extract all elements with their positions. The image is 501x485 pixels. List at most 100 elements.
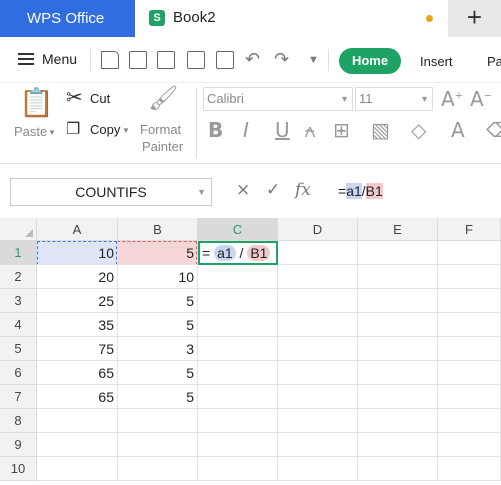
format-painter-icon[interactable]: 🖌 [148,84,178,112]
confirm-icon[interactable]: ✓ [266,180,280,200]
cell-c1-editor[interactable]: = a1 / B1 [198,241,278,265]
cell-e6[interactable] [358,361,438,385]
strikethrough-icon[interactable]: ⍲ [304,118,316,142]
select-all-corner[interactable] [0,218,37,241]
row-header-5[interactable]: 5 [0,337,37,361]
cell-a5[interactable]: 75 [37,337,118,361]
row-header-10[interactable]: 10 [0,457,37,481]
cell-a9[interactable] [37,433,118,457]
cell-e8[interactable] [358,409,438,433]
tab-home[interactable]: Home [339,48,401,74]
column-header-b[interactable]: B [118,218,198,241]
undo-icon[interactable]: ↶ [245,49,260,70]
wps-office-tab[interactable]: WPS Office [0,0,135,37]
paste-label[interactable]: Paste [14,124,47,139]
cell-b1[interactable]: 5 [118,241,198,265]
fx-icon[interactable]: fx [295,180,311,200]
cell-a4[interactable]: 35 [37,313,118,337]
cell-e10[interactable] [358,457,438,481]
cell-c2[interactable] [198,265,278,289]
row-header-9[interactable]: 9 [0,433,37,457]
cell-e3[interactable] [358,289,438,313]
cell-b5[interactable]: 3 [118,337,198,361]
cell-c4[interactable] [198,313,278,337]
font-size-select[interactable]: 11 ▼ [355,87,433,111]
cell-b9[interactable] [118,433,198,457]
cell-d6[interactable] [278,361,358,385]
cell-d2[interactable] [278,265,358,289]
cell-f2[interactable] [438,265,501,289]
column-header-c[interactable]: C [198,218,278,241]
cell-f7[interactable] [438,385,501,409]
cell-c3[interactable] [198,289,278,313]
cell-b8[interactable] [118,409,198,433]
row-header-4[interactable]: 4 [0,313,37,337]
copy-dropdown-icon[interactable]: ▼ [122,126,130,135]
cell-d3[interactable] [278,289,358,313]
copy-icon[interactable]: ❐ [66,119,80,138]
cell-d1[interactable] [278,241,358,265]
cell-e1[interactable] [358,241,438,265]
row-header-6[interactable]: 6 [0,361,37,385]
font-name-select[interactable]: Calibri ▼ [203,87,353,111]
redo-icon[interactable]: ↷ [274,49,289,70]
cell-c10[interactable] [198,457,278,481]
cell-a2[interactable]: 20 [37,265,118,289]
cell-b6[interactable]: 5 [118,361,198,385]
cell-f1[interactable] [438,241,501,265]
cell-e9[interactable] [358,433,438,457]
cell-d8[interactable] [278,409,358,433]
cut-icon[interactable]: ✂ [66,85,83,109]
cell-f5[interactable] [438,337,501,361]
fill-color-icon[interactable]: ◇ [411,118,426,142]
cell-b2[interactable]: 10 [118,265,198,289]
increase-font-icon[interactable]: A+ [441,87,463,111]
cut-label[interactable]: Cut [90,91,110,106]
tab-insert[interactable]: Insert [420,54,453,69]
cell-f8[interactable] [438,409,501,433]
open-icon[interactable] [101,51,119,69]
chevron-down-icon[interactable]: ▼ [308,54,319,66]
cell-f6[interactable] [438,361,501,385]
format-painter-label-1[interactable]: Format [140,122,181,137]
paste-dropdown-icon[interactable]: ▼ [48,128,56,137]
format-painter-label-2[interactable]: Painter [142,139,183,154]
cell-d4[interactable] [278,313,358,337]
print-preview-icon[interactable] [216,51,234,69]
fill-pattern-icon[interactable]: ▧ [371,118,390,142]
row-header-3[interactable]: 3 [0,289,37,313]
row-header-7[interactable]: 7 [0,385,37,409]
cell-a8[interactable] [37,409,118,433]
cell-c7[interactable] [198,385,278,409]
cell-d10[interactable] [278,457,358,481]
italic-button[interactable]: I [243,118,249,142]
name-box[interactable]: COUNTIFS ▼ [10,178,212,206]
column-header-a[interactable]: A [37,218,118,241]
cell-b4[interactable]: 5 [118,313,198,337]
print-icon[interactable] [187,51,205,69]
cell-c5[interactable] [198,337,278,361]
cancel-icon[interactable]: × [236,180,250,200]
book2-tab[interactable]: S Book2 [135,0,448,37]
cell-c8[interactable] [198,409,278,433]
cell-b3[interactable]: 5 [118,289,198,313]
cell-b10[interactable] [118,457,198,481]
cell-f3[interactable] [438,289,501,313]
cell-a6[interactable]: 65 [37,361,118,385]
cell-e2[interactable] [358,265,438,289]
cell-a1[interactable]: 10 [37,241,118,265]
cell-e4[interactable] [358,313,438,337]
cell-a10[interactable] [37,457,118,481]
decrease-font-icon[interactable]: A− [470,87,492,111]
column-header-f[interactable]: F [438,218,501,241]
borders-icon[interactable]: ⊞ [333,118,350,142]
cell-b7[interactable]: 5 [118,385,198,409]
export-pdf-icon[interactable] [157,51,175,69]
clear-format-icon[interactable]: ⌫ [486,118,501,142]
paste-icon[interactable]: 📋 [19,86,54,119]
cell-f10[interactable] [438,457,501,481]
underline-button[interactable]: U [275,118,290,142]
tab-page-layout[interactable]: Pa [487,54,501,69]
menu-button[interactable]: Menu [18,51,77,67]
cell-f9[interactable] [438,433,501,457]
